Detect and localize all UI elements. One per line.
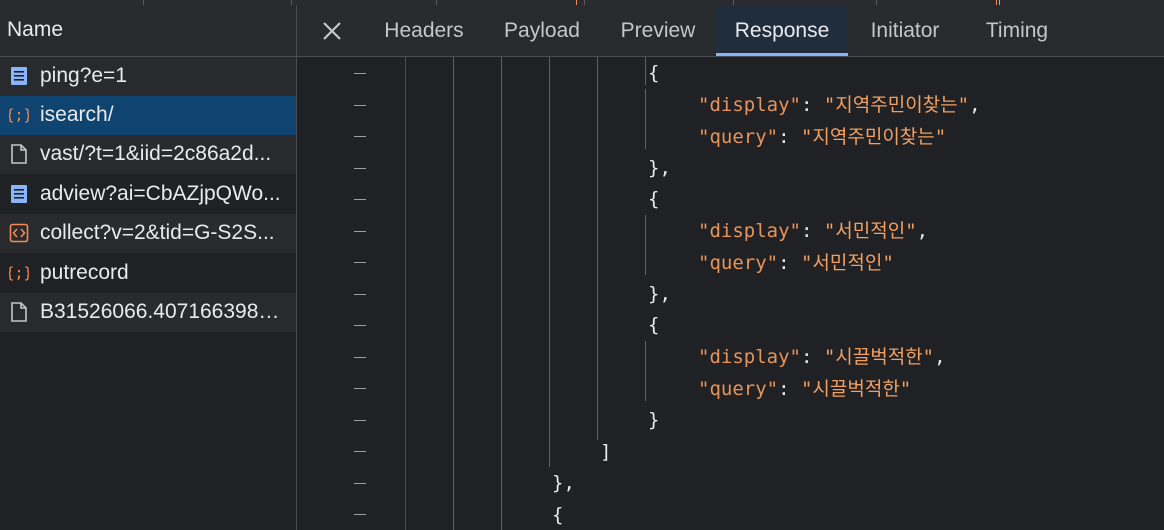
fold-marker[interactable]	[354, 73, 366, 74]
json-icon: {;}	[9, 106, 29, 124]
fold-marker[interactable]	[354, 231, 366, 232]
document-icon	[11, 67, 27, 85]
indent-guide	[597, 57, 598, 440]
request-name: collect?v=2&tid=G-S2S...	[40, 221, 275, 244]
tab-response[interactable]: Response	[716, 5, 848, 56]
request-name: adview?ai=CbAZjpQWo...	[40, 182, 281, 205]
tab-preview[interactable]: Preview	[604, 5, 712, 56]
request-details-panel: Headers Payload Preview Response Initiat…	[297, 5, 1164, 530]
fold-gutter	[297, 57, 406, 530]
tab-initiator[interactable]: Initiator	[854, 5, 956, 56]
request-row[interactable]: {;} putrecord	[0, 254, 296, 293]
code-icon	[9, 223, 29, 243]
fold-marker[interactable]	[354, 420, 366, 421]
json-line: {	[648, 188, 660, 210]
json-line: "query": "시끌벅적한"	[698, 378, 912, 400]
request-row[interactable]: collect?v=2&tid=G-S2S...	[0, 214, 296, 253]
request-row[interactable]: adview?ai=CbAZjpQWo...	[0, 175, 296, 214]
json-icon: {;}	[9, 264, 29, 282]
request-row-selected[interactable]: {;} isearch/	[0, 96, 296, 135]
json-line: }	[648, 409, 660, 431]
response-body: { "display": "지역주민이찾는", "query": "지역주민이찾…	[297, 57, 1164, 530]
request-name: isearch/	[40, 103, 114, 126]
json-line: {	[648, 62, 660, 84]
network-request-list: Name ping?e=1 {;} isearch/ vast/?t=1&iid…	[0, 5, 297, 530]
fold-marker[interactable]	[354, 105, 366, 106]
request-row[interactable]: B31526066.40716639838...	[0, 293, 296, 332]
tab-headers[interactable]: Headers	[369, 5, 479, 56]
fold-marker[interactable]	[354, 483, 366, 484]
json-line: {	[648, 314, 660, 336]
json-line: "display": "시끌벅적한",	[698, 346, 946, 368]
json-line: ]	[600, 441, 612, 463]
request-name: ping?e=1	[40, 64, 128, 87]
indent-guide	[645, 215, 646, 275]
json-line: "display": "지역주민이찾는",	[698, 94, 981, 116]
request-row[interactable]: vast/?t=1&iid=2c86a2d...	[0, 135, 296, 174]
details-tab-bar: Headers Payload Preview Response Initiat…	[297, 5, 1164, 57]
indent-guide	[645, 57, 646, 85]
tab-timing[interactable]: Timing	[967, 5, 1067, 56]
svg-text:{;}: {;}	[9, 106, 29, 124]
json-line: },	[552, 472, 575, 494]
fold-marker[interactable]	[354, 199, 366, 200]
fold-marker[interactable]	[354, 451, 366, 452]
fold-marker[interactable]	[354, 357, 366, 358]
fold-marker[interactable]	[354, 262, 366, 263]
fold-marker[interactable]	[354, 514, 366, 515]
file-icon	[11, 302, 27, 322]
fold-marker[interactable]	[354, 294, 366, 295]
fold-marker[interactable]	[354, 388, 366, 389]
document-icon	[11, 185, 27, 203]
svg-text:{;}: {;}	[9, 264, 29, 282]
close-icon[interactable]	[319, 18, 345, 44]
indent-guide	[549, 57, 550, 467]
tab-payload[interactable]: Payload	[487, 5, 597, 56]
indent-guide	[501, 57, 502, 530]
json-line: },	[648, 157, 671, 179]
name-column-label: Name	[7, 18, 64, 41]
indent-guide	[645, 341, 646, 401]
request-name: putrecord	[40, 261, 129, 284]
request-name: vast/?t=1&iid=2c86a2d...	[40, 142, 272, 165]
json-line: {	[552, 504, 564, 526]
request-name: B31526066.40716639838...	[40, 300, 290, 323]
json-line: "query": "지역주민이찾는"	[698, 126, 947, 148]
request-row[interactable]: ping?e=1	[0, 57, 296, 96]
json-line: "display": "서민적인",	[698, 220, 929, 242]
indent-guide	[453, 57, 454, 530]
fold-marker[interactable]	[354, 168, 366, 169]
fold-marker[interactable]	[354, 325, 366, 326]
indent-guide	[645, 89, 646, 149]
json-line: },	[648, 283, 671, 305]
fold-marker[interactable]	[354, 136, 366, 137]
name-column-header[interactable]: Name	[0, 5, 296, 57]
file-icon	[11, 144, 27, 164]
json-line: "query": "서민적인"	[698, 252, 894, 274]
